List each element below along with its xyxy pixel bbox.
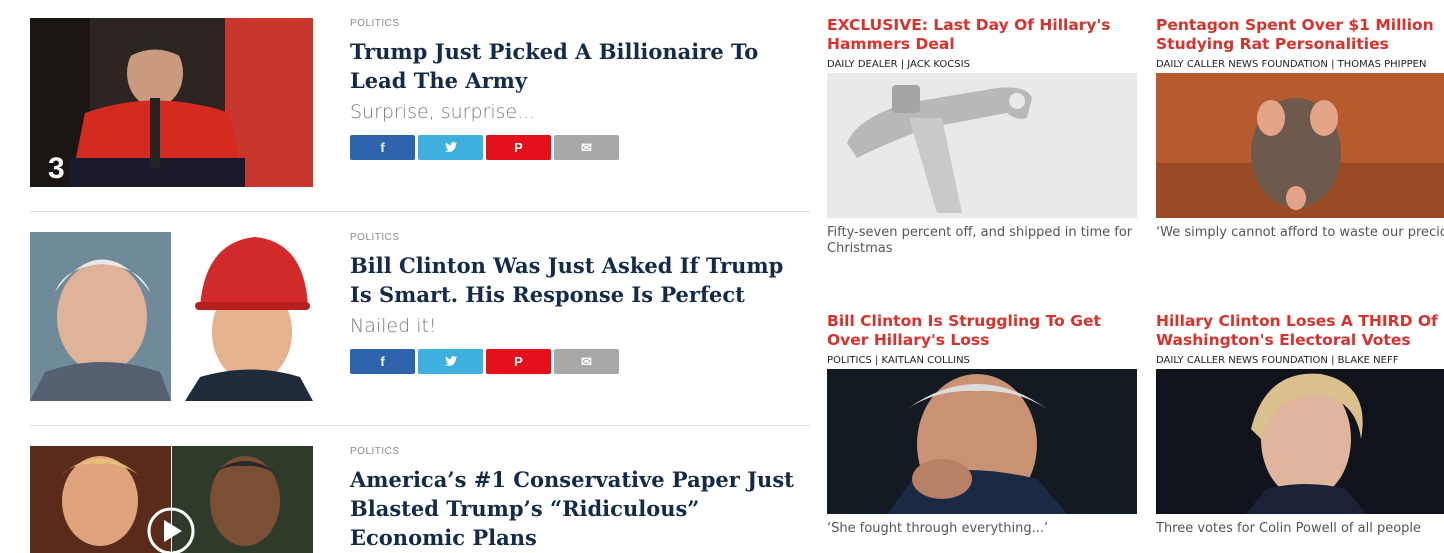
story-category[interactable]: POLITICS: [350, 18, 810, 29]
email-icon: ✉: [581, 353, 592, 369]
card-image[interactable]: [827, 73, 1137, 218]
email-icon: ✉: [581, 139, 592, 155]
pinterest-icon: P: [514, 140, 523, 155]
card-source: DAILY CALLER NEWS FOUNDATION | THOMAS PH…: [1156, 59, 1427, 70]
card-caption: ‘She fought through everything...’: [827, 521, 1049, 536]
divider: [30, 211, 810, 212]
story-thumbnail[interactable]: [30, 446, 313, 553]
email-share-button[interactable]: ✉: [554, 135, 619, 160]
story-headline[interactable]: Trump Just Picked A Billionaire To Lead …: [350, 37, 810, 95]
story-dek: Nailed it!: [350, 315, 437, 337]
facebook-share-button[interactable]: f: [350, 135, 415, 160]
card-electoral-votes: Hillary Clinton Loses A THIRD Of Washing…: [1156, 312, 1444, 537]
card-title[interactable]: EXCLUSIVE: Last Day Of Hillary's Hammers…: [827, 16, 1137, 54]
card-image[interactable]: [1156, 369, 1444, 514]
twitter-icon: [444, 354, 457, 369]
card-image[interactable]: [1156, 73, 1444, 218]
card-caption: ‘We simply cannot afford to waste our pr…: [1156, 225, 1444, 240]
card-source: DAILY CALLER NEWS FOUNDATION | BLAKE NEF…: [1156, 355, 1399, 366]
story-category[interactable]: POLITICS: [350, 232, 810, 243]
pinterest-share-button[interactable]: P: [486, 135, 551, 160]
card-clinton-struggling: Bill Clinton Is Struggling To Get Over H…: [827, 312, 1137, 537]
story-headline[interactable]: Bill Clinton Was Just Asked If Trump Is …: [350, 251, 810, 309]
pinterest-share-button[interactable]: P: [486, 349, 551, 374]
card-source: POLITICS | KAITLAN COLLINS: [827, 355, 970, 366]
card-title[interactable]: Bill Clinton Is Struggling To Get Over H…: [827, 312, 1137, 350]
story-thumbnail[interactable]: 3: [30, 18, 313, 187]
svg-text:3: 3: [48, 152, 65, 185]
card-title[interactable]: Hillary Clinton Loses A THIRD Of Washing…: [1156, 312, 1444, 350]
twitter-share-button[interactable]: [418, 349, 483, 374]
twitter-icon: [444, 140, 457, 155]
facebook-icon: f: [380, 140, 385, 155]
card-hammers-deal: EXCLUSIVE: Last Day Of Hillary's Hammers…: [827, 16, 1137, 257]
facebook-share-button[interactable]: f: [350, 349, 415, 374]
twitter-share-button[interactable]: [418, 135, 483, 160]
card-caption: Three votes for Colin Powell of all peop…: [1156, 521, 1422, 536]
share-buttons: f P ✉: [350, 349, 810, 374]
card-rat-personalities: Pentagon Spent Over $1 Million Studying …: [1156, 16, 1444, 241]
facebook-icon: f: [380, 354, 385, 369]
card-caption: Fifty-seven percent off, and shipped in …: [827, 225, 1133, 256]
card-source: DAILY DEALER | JACK KOCSIS: [827, 59, 970, 70]
share-buttons: f P ✉: [350, 135, 810, 160]
divider: [30, 425, 810, 426]
story-headline[interactable]: America’s #1 Conservative Paper Just Bla…: [350, 465, 810, 552]
email-share-button[interactable]: ✉: [554, 349, 619, 374]
pinterest-icon: P: [514, 354, 523, 369]
story-dek: Surprise, surprise...: [350, 101, 536, 123]
story-category[interactable]: POLITICS: [350, 446, 810, 457]
story-thumbnail[interactable]: [30, 232, 313, 401]
card-title[interactable]: Pentagon Spent Over $1 Million Studying …: [1156, 16, 1444, 54]
card-image[interactable]: [827, 369, 1137, 514]
